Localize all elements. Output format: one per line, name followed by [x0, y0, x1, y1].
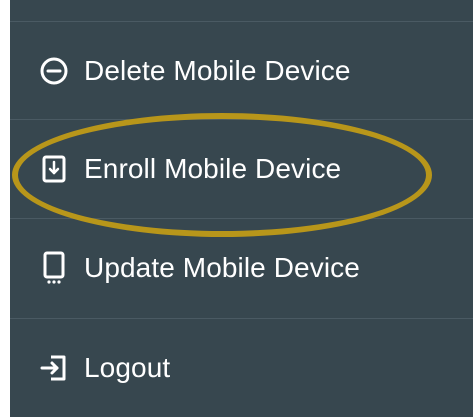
- device-download-icon: [38, 153, 70, 185]
- menu-item-enroll-mobile-device[interactable]: Enroll Mobile Device: [10, 119, 473, 217]
- menu-item-label: Logout: [84, 351, 171, 383]
- menu-item-logout[interactable]: Logout: [10, 318, 473, 416]
- page: Delete Mobile Device Enroll Mobile Devic…: [0, 0, 473, 417]
- menu-item-update-mobile-device[interactable]: Update Mobile Device: [10, 218, 473, 316]
- menu-item-label: Update Mobile Device: [84, 251, 360, 283]
- menu-item-label: Delete Mobile Device: [84, 54, 351, 86]
- mobile-phone-icon: [38, 251, 70, 284]
- menu-item-delete-mobile-device[interactable]: Delete Mobile Device: [10, 21, 473, 119]
- menu-item-label: Enroll Mobile Device: [84, 152, 342, 184]
- side-menu: Delete Mobile Device Enroll Mobile Devic…: [10, 0, 473, 417]
- minus-circle-icon: [38, 55, 70, 87]
- logout-icon: [38, 352, 70, 384]
